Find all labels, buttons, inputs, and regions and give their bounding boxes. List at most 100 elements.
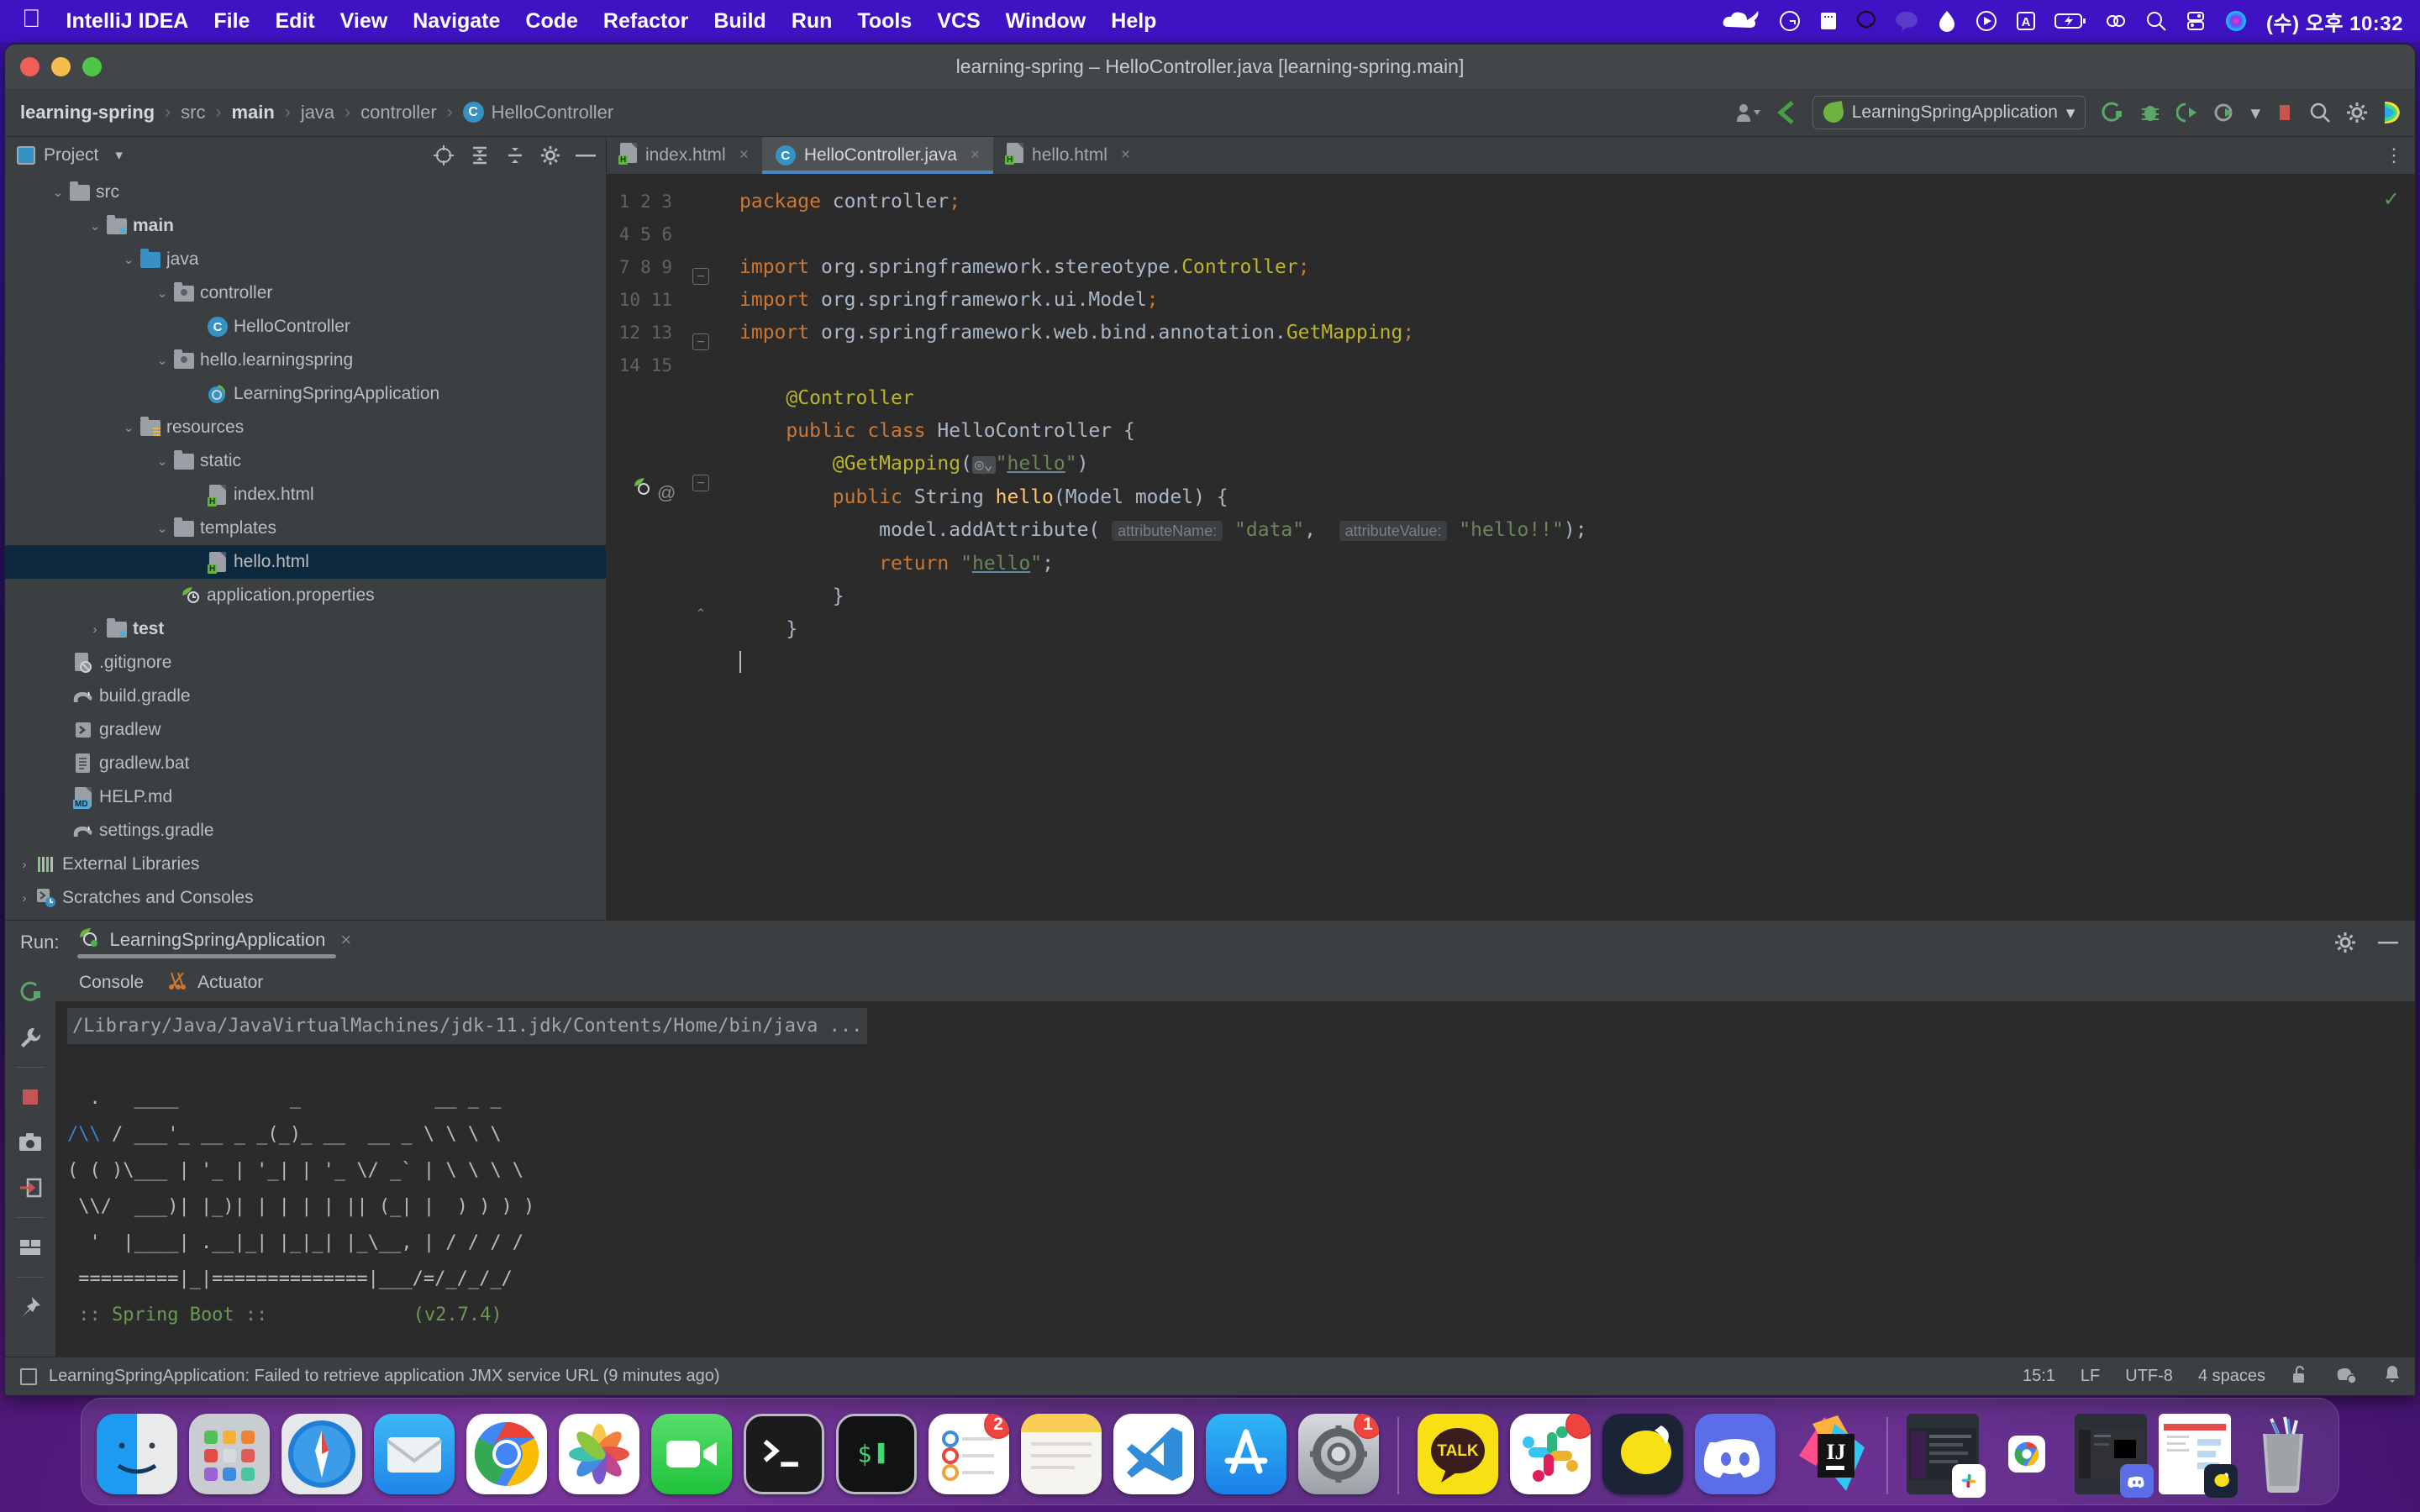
breadcrumb-item-main[interactable]: main (231, 102, 274, 123)
layout-icon[interactable] (11, 1228, 50, 1267)
zoom-button[interactable] (82, 56, 102, 76)
menu-item-run[interactable]: Run (792, 9, 833, 34)
pin-icon[interactable] (11, 1288, 50, 1326)
window-icon[interactable] (20, 1368, 37, 1385)
notes-icon[interactable] (1819, 10, 1838, 32)
dock-app-discord[interactable] (1695, 1414, 1776, 1494)
gear-icon[interactable] (540, 145, 560, 165)
tree-node-controller[interactable]: ⌄ controller (5, 276, 606, 310)
chevron-down-icon[interactable]: ⌄ (153, 454, 171, 469)
dock-app-reminders[interactable]: 2 (929, 1414, 1009, 1494)
editor-tab-hellocontroller-java[interactable]: C HelloController.java × (761, 137, 994, 174)
editor-tab-hello-html[interactable]: H hello.html × (993, 137, 1144, 174)
tree-node-hello-learningspring[interactable]: ⌄ hello.learningspring (5, 344, 606, 377)
menu-item-build[interactable]: Build (713, 9, 766, 34)
search-icon[interactable] (2145, 10, 2167, 32)
stop-icon[interactable] (11, 1078, 50, 1116)
chevron-right-icon[interactable]: › (86, 622, 104, 637)
breadcrumb-item-project[interactable]: learning-spring (20, 102, 155, 123)
inspection-gutter[interactable]: ✓ (2363, 174, 2415, 920)
dock-minimized-kakao-window[interactable] (2159, 1414, 2238, 1498)
lock-open-icon[interactable] (2291, 1364, 2309, 1389)
tree-node-application-properties[interactable]: application.properties (5, 579, 606, 612)
minimize-button[interactable] (51, 56, 71, 76)
notifications-bell-icon[interactable] (2383, 1364, 2402, 1389)
menu-item-tools[interactable]: Tools (857, 9, 912, 34)
tree-node-settings-gradle[interactable]: settings.gradle (5, 814, 606, 848)
menu-item-code[interactable]: Code (525, 9, 578, 34)
tree-node-src[interactable]: ⌄ src (5, 176, 606, 209)
line-separator[interactable]: LF (2081, 1367, 2100, 1386)
breadcrumb-item-controller[interactable]: controller (360, 102, 436, 123)
tree-node-gradlew-bat[interactable]: gradlew.bat (5, 747, 606, 780)
alien-icon[interactable] (1856, 9, 1876, 33)
dock-app-facetime[interactable] (651, 1414, 732, 1494)
debug-icon[interactable] (2139, 101, 2161, 124)
control-center-icon[interactable] (2186, 10, 2206, 32)
chevron-right-icon[interactable]: › (15, 858, 34, 872)
close-button[interactable] (20, 56, 39, 76)
chevron-down-icon[interactable]: ⌄ (49, 185, 67, 200)
tree-node-resources[interactable]: ⌄ resources (5, 411, 606, 444)
fold-end-icon[interactable]: ⌃ (692, 606, 709, 622)
chevron-down-icon[interactable]: ⌄ (153, 286, 171, 301)
annotation-marker-icon[interactable]: @ (657, 476, 676, 509)
chevron-right-icon[interactable]: › (15, 891, 34, 906)
minimize-icon[interactable] (2378, 939, 2400, 946)
fold-icon[interactable]: − (692, 333, 709, 350)
dock-minimized-chrome-window[interactable] (1991, 1414, 2063, 1494)
caret-position[interactable]: 15:1 (2023, 1367, 2055, 1386)
dock-app-terminal[interactable] (744, 1414, 824, 1494)
run-tab[interactable]: LearningSpringApplication × (77, 927, 351, 958)
wrench-icon[interactable] (11, 1018, 50, 1057)
export-icon[interactable] (11, 1168, 50, 1207)
user-account-icon[interactable] (1735, 102, 1760, 123)
collapse-all-icon[interactable] (505, 144, 525, 166)
indent-setting[interactable]: 4 spaces (2198, 1367, 2265, 1386)
dock-app-system-preferences[interactable]: 1 (1298, 1414, 1379, 1494)
tree-node-scratches-and-consoles[interactable]: › Scratches and Consoles (5, 881, 606, 915)
close-icon[interactable]: × (971, 146, 980, 165)
sub-tab-actuator[interactable]: Actuator (167, 970, 263, 995)
run-configuration-selector[interactable]: LearningSpringApplication ▾ (1812, 96, 2086, 129)
camera-icon[interactable] (11, 1123, 50, 1162)
cloud-icon[interactable] (1722, 10, 1760, 32)
menu-item-edit[interactable]: Edit (275, 9, 314, 34)
dock-app-kakao[interactable] (1602, 1414, 1683, 1494)
dock-minimized-discord-window[interactable] (2075, 1414, 2154, 1498)
editor-tab-index-html[interactable]: H index.html × (607, 137, 762, 174)
run-icon[interactable] (2101, 101, 2124, 124)
chevron-down-icon[interactable]: ▾ (2066, 102, 2075, 123)
dock-minimized-slack-window[interactable] (1907, 1414, 1986, 1498)
dock-app-safari[interactable] (281, 1414, 362, 1494)
project-tree[interactable]: ⌄ src ⌄ main ⌄ java ⌄ controller C Hello… (5, 174, 606, 920)
bluetooth-icon[interactable] (2105, 10, 2127, 32)
dock-app-vscode[interactable] (1113, 1414, 1194, 1494)
tree-node-help-md[interactable]: MD HELP.md (5, 780, 606, 814)
close-icon[interactable]: × (1121, 146, 1130, 165)
dock-app-finder[interactable] (97, 1414, 177, 1494)
droplet-icon[interactable] (1937, 9, 1957, 33)
rerun-icon[interactable] (11, 973, 50, 1011)
dock-app-photos[interactable] (559, 1414, 639, 1494)
play-circle-icon[interactable] (1975, 10, 1997, 32)
tree-node-build-gradle[interactable]: build.gradle (5, 680, 606, 713)
close-icon[interactable]: × (340, 929, 351, 951)
dock-app-appstore[interactable] (1206, 1414, 1286, 1494)
sub-tab-console[interactable]: Console (79, 973, 144, 993)
hide-icon[interactable] (576, 152, 597, 159)
apple-icon[interactable]:  (22, 5, 41, 34)
tree-node-test[interactable]: › test (5, 612, 606, 646)
menu-item-file[interactable]: File (213, 9, 250, 34)
chevron-down-icon[interactable]: ⌄ (86, 218, 104, 234)
grammarly-icon[interactable] (1779, 10, 1801, 32)
tree-node-java[interactable]: ⌄ java (5, 243, 606, 276)
tree-node-templates[interactable]: ⌄ templates (5, 512, 606, 545)
dock-app-mail[interactable] (374, 1414, 455, 1494)
dock-app-chrome[interactable] (466, 1414, 547, 1494)
tree-node-learningspringapplication[interactable]: LearningSpringApplication (5, 377, 606, 411)
tree-node-gradlew[interactable]: gradlew (5, 713, 606, 747)
fold-icon[interactable]: − (692, 268, 709, 285)
chevron-down-icon[interactable]: ▾ (115, 147, 123, 164)
chevron-down-icon[interactable]: ▾ (2250, 102, 2260, 124)
